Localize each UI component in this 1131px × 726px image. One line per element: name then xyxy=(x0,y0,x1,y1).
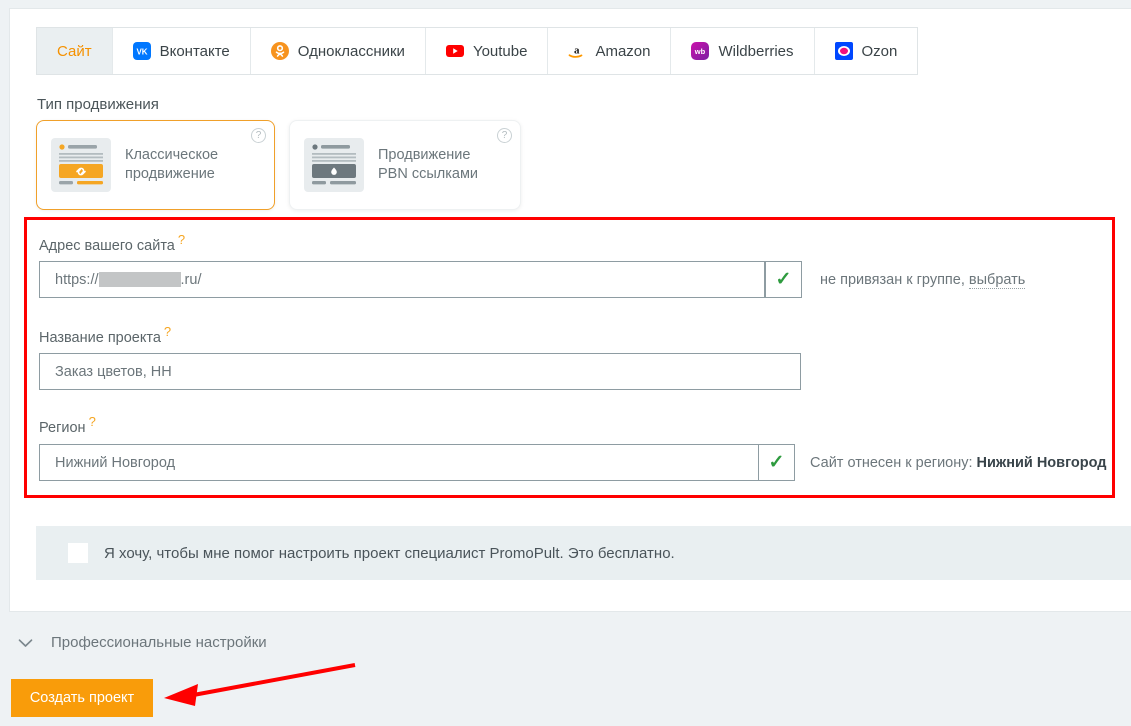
amazon-icon: a xyxy=(568,42,586,60)
promotion-type-label: Тип продвижения xyxy=(37,96,159,113)
tab-wildberries[interactable]: wb Wildberries xyxy=(671,28,815,74)
site-address-value-suffix: .ru/ xyxy=(180,271,202,288)
region-input[interactable]: Нижний Новгород xyxy=(39,444,765,481)
tab-site-label: Сайт xyxy=(57,42,92,60)
pbn-promotion-title: Продвижение PBN ссылками xyxy=(378,146,478,184)
classic-promotion-title-line2: продвижение xyxy=(125,166,215,182)
professional-settings-toggle[interactable]: Профессиональные настройки xyxy=(18,634,267,651)
region-note: Сайт отнесен к региону: Нижний Новгород xyxy=(810,455,1107,471)
check-icon: ✓ xyxy=(775,269,792,290)
region-valid-indicator: ✓ xyxy=(758,444,795,481)
site-address-required-marker: ? xyxy=(177,232,186,247)
tab-amazon[interactable]: a Amazon xyxy=(548,28,672,74)
tab-vkontakte-label: Вконтакте xyxy=(159,42,230,60)
site-address-label: Адрес вашего сайта? xyxy=(39,232,185,254)
promotion-type-pbn[interactable]: Продвижение PBN ссылками ? xyxy=(289,120,521,210)
specialist-help-strip: Я хочу, чтобы мне помог настроить проект… xyxy=(36,526,1131,580)
vk-icon: VK xyxy=(132,42,151,60)
pbn-promotion-help-icon[interactable]: ? xyxy=(497,128,512,143)
red-annotation-arrow xyxy=(164,663,356,706)
tab-youtube-label: Youtube xyxy=(472,42,528,60)
tab-youtube[interactable]: Youtube xyxy=(425,28,549,74)
region-required-marker: ? xyxy=(88,414,96,429)
svg-text:a: a xyxy=(574,45,580,57)
check-icon: ✓ xyxy=(768,452,785,473)
svg-text:wb: wb xyxy=(694,47,706,56)
tab-odnoklassniki-label: Одноклассники xyxy=(297,42,405,60)
promotion-type-classic[interactable]: Классическое продвижение ? xyxy=(36,120,275,210)
pbn-promotion-title-line2: PBN ссылками xyxy=(378,166,479,182)
youtube-icon xyxy=(445,42,464,60)
project-name-input[interactable]: Заказ цветов, НН xyxy=(39,353,801,390)
site-address-label-text: Адрес вашего сайта xyxy=(39,237,175,254)
tab-amazon-label: Amazon xyxy=(595,42,651,60)
site-address-valid-indicator: ✓ xyxy=(765,261,802,298)
site-address-input[interactable]: https:// .ru/ xyxy=(39,261,765,298)
create-project-button[interactable]: Создать проект xyxy=(11,679,153,717)
chevron-down-icon xyxy=(18,636,33,650)
site-group-note-text: не привязан к группе, xyxy=(820,272,969,288)
specialist-help-label: Я хочу, чтобы мне помог настроить проект… xyxy=(104,544,675,562)
professional-settings-label: Профессиональные настройки xyxy=(51,634,267,651)
region-label: Регион? xyxy=(39,414,96,436)
site-address-redacted-block xyxy=(98,272,181,287)
tab-site[interactable]: Сайт xyxy=(37,28,113,74)
svg-text:VK: VK xyxy=(136,48,147,57)
tab-vkontakte[interactable]: VK Вконтакте xyxy=(112,28,251,74)
project-name-label-text: Название проекта xyxy=(39,329,161,346)
platform-tabs: Сайт VK Вконтакте Одноклассники Youtube … xyxy=(36,27,919,75)
classic-promotion-thumbnail xyxy=(51,138,111,192)
project-name-label: Название проекта? xyxy=(39,324,171,346)
odnoklassniki-icon xyxy=(270,42,289,60)
site-group-select-link[interactable]: выбрать xyxy=(968,272,1026,289)
page-root: Сайт VK Вконтакте Одноклассники Youtube … xyxy=(0,0,1131,726)
tab-ozon-label: Ozon xyxy=(861,42,898,60)
region-note-value: Нижний Новгород xyxy=(976,455,1107,471)
classic-promotion-help-icon[interactable]: ? xyxy=(251,128,266,143)
tab-ozon[interactable]: Ozon xyxy=(814,28,918,74)
specialist-help-checkbox[interactable] xyxy=(68,543,88,563)
pbn-promotion-thumbnail xyxy=(304,138,364,192)
region-note-prefix: Сайт отнесен к региону: xyxy=(810,455,977,471)
project-setup-card xyxy=(9,8,1131,612)
classic-promotion-title: Классическое продвижение xyxy=(125,146,218,184)
classic-promotion-title-line1: Классическое xyxy=(125,147,219,163)
site-group-note: не привязан к группе, выбрать xyxy=(820,272,1026,289)
site-address-value-prefix: https:// xyxy=(55,271,99,288)
project-name-required-marker: ? xyxy=(163,324,172,339)
tab-odnoklassniki[interactable]: Одноклассники xyxy=(250,28,426,74)
pbn-promotion-title-line1: Продвижение xyxy=(378,147,471,163)
wildberries-icon: wb xyxy=(691,42,710,60)
region-label-text: Регион xyxy=(39,419,86,436)
ozon-icon xyxy=(834,42,853,60)
tab-wildberries-label: Wildberries xyxy=(718,42,794,60)
